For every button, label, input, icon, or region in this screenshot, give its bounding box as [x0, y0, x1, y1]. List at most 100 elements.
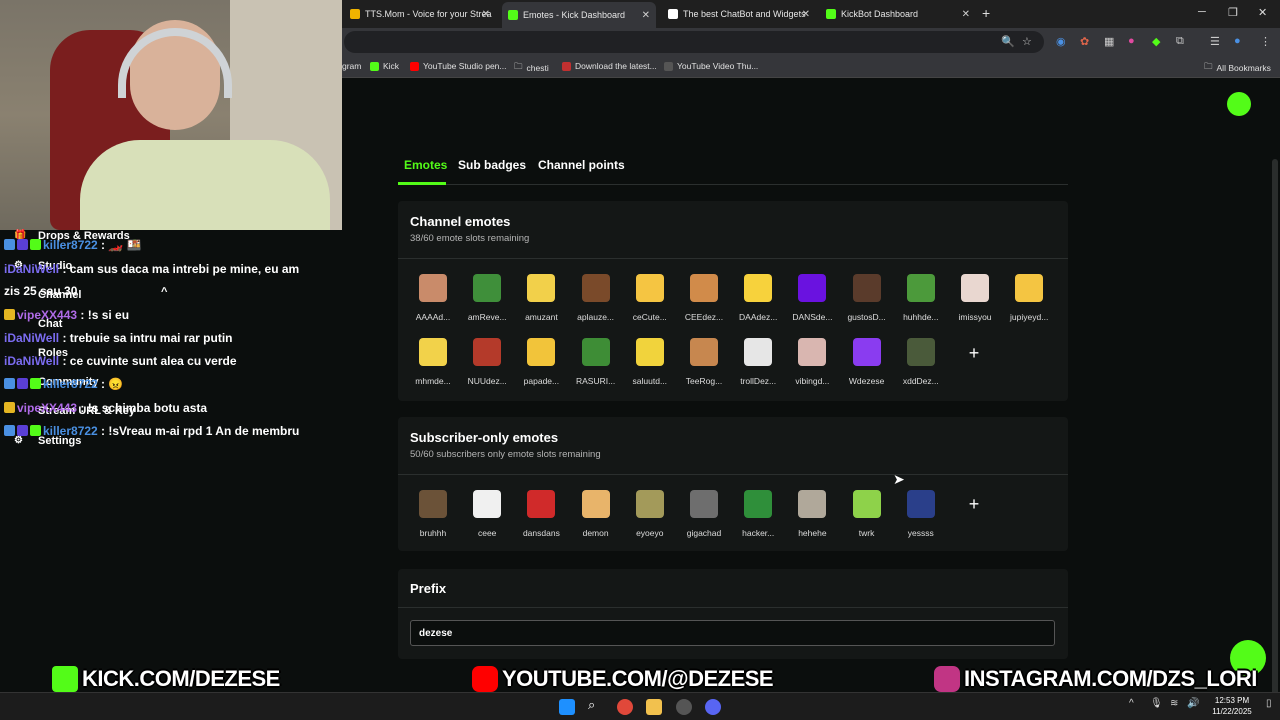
emote-tile[interactable]: eyoeyo: [623, 490, 677, 548]
emote-tile[interactable]: hehehe: [785, 490, 839, 548]
emote-name: CEEdez...: [684, 312, 724, 322]
emote-tile[interactable]: vibingd...: [785, 338, 839, 396]
emote-tile[interactable]: saluutd...: [623, 338, 677, 396]
tray-chevron-icon[interactable]: ^: [1129, 698, 1134, 709]
emote-tile[interactable]: demon: [569, 490, 623, 548]
chrome-icon[interactable]: [617, 699, 633, 715]
system-clock[interactable]: 12:53 PM 11/22/2025: [1205, 695, 1259, 717]
emote-name: eyoeyo: [636, 528, 664, 538]
emote-tile[interactable]: hacker...: [731, 490, 785, 548]
emote-tile[interactable]: amuzant: [514, 274, 568, 332]
emote-tile[interactable]: aplauze...: [569, 274, 623, 332]
emote-tile[interactable]: DANSde...: [785, 274, 839, 332]
emote-tile[interactable]: xddDez...: [894, 338, 948, 396]
chat-badge-icon: [30, 378, 41, 389]
close-tab-icon[interactable]: ✕: [962, 9, 970, 20]
browser-tab-chatbot[interactable]: The best ChatBot and Widgets ✕: [662, 4, 816, 24]
extension-icon[interactable]: ●: [1128, 35, 1135, 47]
bookmark-folder[interactable]: 🗀 chesti: [514, 61, 549, 75]
chat-text: : !s schimba botu asta: [77, 401, 208, 415]
browser-tab-kickbot[interactable]: KickBot Dashboard ✕: [820, 4, 976, 24]
chat-username[interactable]: killer8722: [43, 424, 98, 438]
close-tab-icon[interactable]: ✕: [482, 9, 490, 20]
bookmark-item[interactable]: YouTube Video Thu...: [664, 61, 758, 71]
add-emote-button[interactable]: +: [960, 339, 988, 367]
emote-tile[interactable]: mhmde...: [406, 338, 460, 396]
wifi-icon[interactable]: ≋: [1170, 698, 1178, 709]
emote-tile[interactable]: AAAAd...: [406, 274, 460, 332]
file-explorer-icon[interactable]: [646, 699, 662, 715]
emote-tile[interactable]: twrk: [840, 490, 894, 548]
windows-start-icon[interactable]: [559, 699, 575, 715]
emote-tile[interactable]: DAAdez...: [731, 274, 785, 332]
divider: [398, 607, 1068, 608]
menu-kebab-icon[interactable]: ⋮: [1260, 35, 1271, 48]
reading-list-icon[interactable]: ☰: [1210, 35, 1220, 48]
emote-tile[interactable]: ceee: [460, 490, 514, 548]
extension-icon[interactable]: ◉: [1056, 35, 1066, 48]
chat-username[interactable]: vipeXX443: [17, 401, 77, 415]
emote-tile[interactable]: yessss: [894, 490, 948, 548]
bookmark-item[interactable]: Download the latest...: [562, 61, 657, 71]
emote-tile[interactable]: CEEdez...: [677, 274, 731, 332]
emote-tile[interactable]: imissyou: [948, 274, 1002, 332]
bookmark-item[interactable]: YouTube Studio pen...: [410, 61, 507, 71]
emote-tile[interactable]: ceCute...: [623, 274, 677, 332]
prefix-input[interactable]: [410, 620, 1055, 646]
emote-tile[interactable]: papade...: [514, 338, 568, 396]
user-avatar[interactable]: [1227, 92, 1251, 116]
all-bookmarks-button[interactable]: 🗀 All Bookmarks: [1204, 61, 1271, 75]
extensions-puzzle-icon[interactable]: ⧉: [1176, 35, 1184, 48]
emote-tile[interactable]: dansdans: [514, 490, 568, 548]
restore-icon[interactable]: ❐: [1228, 6, 1238, 19]
emote-tile[interactable]: TeeRog...: [677, 338, 731, 396]
browser-tab-tts[interactable]: TTS.Mom - Voice for your Strea ✕: [344, 4, 496, 24]
tab-emotes[interactable]: Emotes: [404, 158, 447, 172]
tab-sub-badges[interactable]: Sub badges: [458, 158, 526, 172]
browser-tab-emotes[interactable]: Emotes - Kick Dashboard ✕: [502, 2, 656, 28]
emote-tile[interactable]: bruhhh: [406, 490, 460, 548]
bookmark-item[interactable]: gram: [342, 61, 361, 71]
chat-username[interactable]: killer8722: [43, 238, 98, 252]
add-sub-emote-button[interactable]: +: [960, 490, 988, 518]
profile-avatar-icon[interactable]: ●: [1234, 35, 1241, 47]
chat-username[interactable]: iDaNiWell: [4, 331, 59, 345]
search-icon[interactable]: ⌕: [588, 697, 604, 713]
address-bar[interactable]: [344, 31, 1044, 53]
obs-icon[interactable]: [676, 699, 692, 715]
emote-tile[interactable]: gustosD...: [840, 274, 894, 332]
bookmark-star-icon[interactable]: ☆: [1022, 35, 1032, 48]
extension-icon[interactable]: ◆: [1152, 35, 1160, 48]
microphone-icon[interactable]: 🎙: [1150, 698, 1163, 709]
minimize-icon[interactable]: ─: [1198, 6, 1206, 18]
emote-tile[interactable]: huhhde...: [894, 274, 948, 332]
extension-icon[interactable]: ✿: [1080, 35, 1089, 48]
close-tab-icon[interactable]: ✕: [642, 10, 650, 21]
discord-icon[interactable]: [705, 699, 721, 715]
close-tab-icon[interactable]: ✕: [802, 9, 810, 20]
emote-tile[interactable]: trollDez...: [731, 338, 785, 396]
emote-image: [419, 274, 447, 302]
clock-date: 11/22/2025: [1212, 707, 1252, 716]
close-window-icon[interactable]: ✕: [1258, 6, 1267, 19]
zoom-icon[interactable]: 🔍: [1001, 35, 1015, 48]
emote-tile[interactable]: amReve...: [460, 274, 514, 332]
extension-icon[interactable]: ▦: [1104, 35, 1114, 48]
emote-tile[interactable]: Wdezese: [840, 338, 894, 396]
chat-username[interactable]: iDaNiWell: [4, 354, 59, 368]
emote-image: [473, 274, 502, 302]
notifications-icon[interactable]: ▯: [1266, 698, 1272, 709]
new-tab-icon[interactable]: +: [982, 5, 990, 21]
bookmark-item[interactable]: Kick: [370, 61, 399, 71]
volume-icon[interactable]: 🔊: [1187, 698, 1199, 709]
chat-username[interactable]: vipeXX443: [17, 308, 77, 322]
chevron-up-icon[interactable]: ^: [161, 286, 167, 298]
emote-tile[interactable]: RASURI...: [569, 338, 623, 396]
tab-channel-points[interactable]: Channel points: [538, 158, 625, 172]
scrollbar[interactable]: [1272, 159, 1278, 699]
emote-tile[interactable]: NUUdez...: [460, 338, 514, 396]
chat-username[interactable]: killer8722: [43, 377, 98, 391]
chat-username[interactable]: iDaNiWell: [4, 262, 59, 276]
emote-tile[interactable]: jupiyeyd...: [1002, 274, 1056, 332]
emote-tile[interactable]: gigachad: [677, 490, 731, 548]
